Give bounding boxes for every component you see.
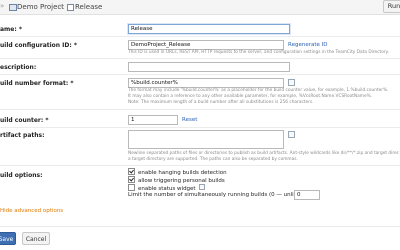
hanging-builds-option[interactable]: enable hanging builds detection <box>128 168 227 176</box>
config-id-label: uild configuration ID: * <box>0 42 77 49</box>
save-button[interactable]: Save <box>0 232 16 245</box>
breadcrumb-project-link[interactable]: Demo Project <box>17 3 64 11</box>
config-id-note: This ID is used in URLs, REST API, HTTP … <box>128 50 389 55</box>
status-widget-checkbox[interactable] <box>128 184 135 191</box>
build-options-label: uild options: <box>0 172 43 179</box>
concurrent-limit-label: Limit the number of simultaneously runni… <box>128 192 312 198</box>
description-input[interactable] <box>128 62 290 72</box>
name-input[interactable]: Release <box>128 24 290 34</box>
artifact-paths-note-2: a target directory are supported. The pa… <box>128 157 298 162</box>
artifact-paths-textarea[interactable] <box>128 130 284 149</box>
artifact-paths-label: rtifact paths: <box>0 132 45 139</box>
hide-advanced-options-link[interactable]: Hide advanced options <box>0 208 63 214</box>
build-number-format-label: uild number format: * <box>0 80 74 87</box>
cancel-button[interactable]: Cancel <box>22 232 50 245</box>
build-number-note-3: Note: The maximum length of a build numb… <box>128 100 314 105</box>
reset-counter-link[interactable]: Reset <box>182 117 197 123</box>
breadcrumb-bar: » Demo Project » Release Run <box>0 0 400 15</box>
regenerate-id-link[interactable]: Regenerate ID <box>288 42 327 48</box>
breadcrumb-separator: » <box>59 2 64 10</box>
file-tree-icon[interactable] <box>288 131 295 138</box>
breadcrumb-separator: » <box>0 2 5 10</box>
run-button[interactable]: Run <box>383 0 400 13</box>
personal-builds-option[interactable]: allow triggering personal builds <box>128 176 225 184</box>
actions-divider <box>0 226 400 227</box>
project-icon <box>9 4 17 11</box>
personal-builds-checkbox[interactable] <box>128 176 135 183</box>
build-counter-input[interactable]: 1 <box>128 115 178 125</box>
status-widget-option[interactable]: enable status widget <box>128 184 206 192</box>
hanging-builds-checkbox[interactable] <box>128 168 135 175</box>
build-config-icon <box>67 4 74 11</box>
row-divider <box>0 165 400 166</box>
row-divider <box>0 109 400 110</box>
row-divider <box>0 127 400 128</box>
name-label: ame: * <box>0 26 22 33</box>
config-id-input[interactable]: DemoProject_Release <box>128 40 284 50</box>
row-divider <box>0 58 400 59</box>
build-number-format-input[interactable]: %build.counter% <box>128 78 284 88</box>
row-divider <box>0 74 400 75</box>
concurrent-limit-input[interactable]: 0 <box>294 190 320 200</box>
parameter-picker-icon[interactable] <box>288 79 295 86</box>
row-divider <box>0 36 400 37</box>
description-label: escription: <box>0 64 37 71</box>
breadcrumb-config-link[interactable]: Release <box>75 3 102 11</box>
help-icon[interactable] <box>199 184 206 190</box>
build-counter-label: uild counter: * <box>0 117 49 124</box>
